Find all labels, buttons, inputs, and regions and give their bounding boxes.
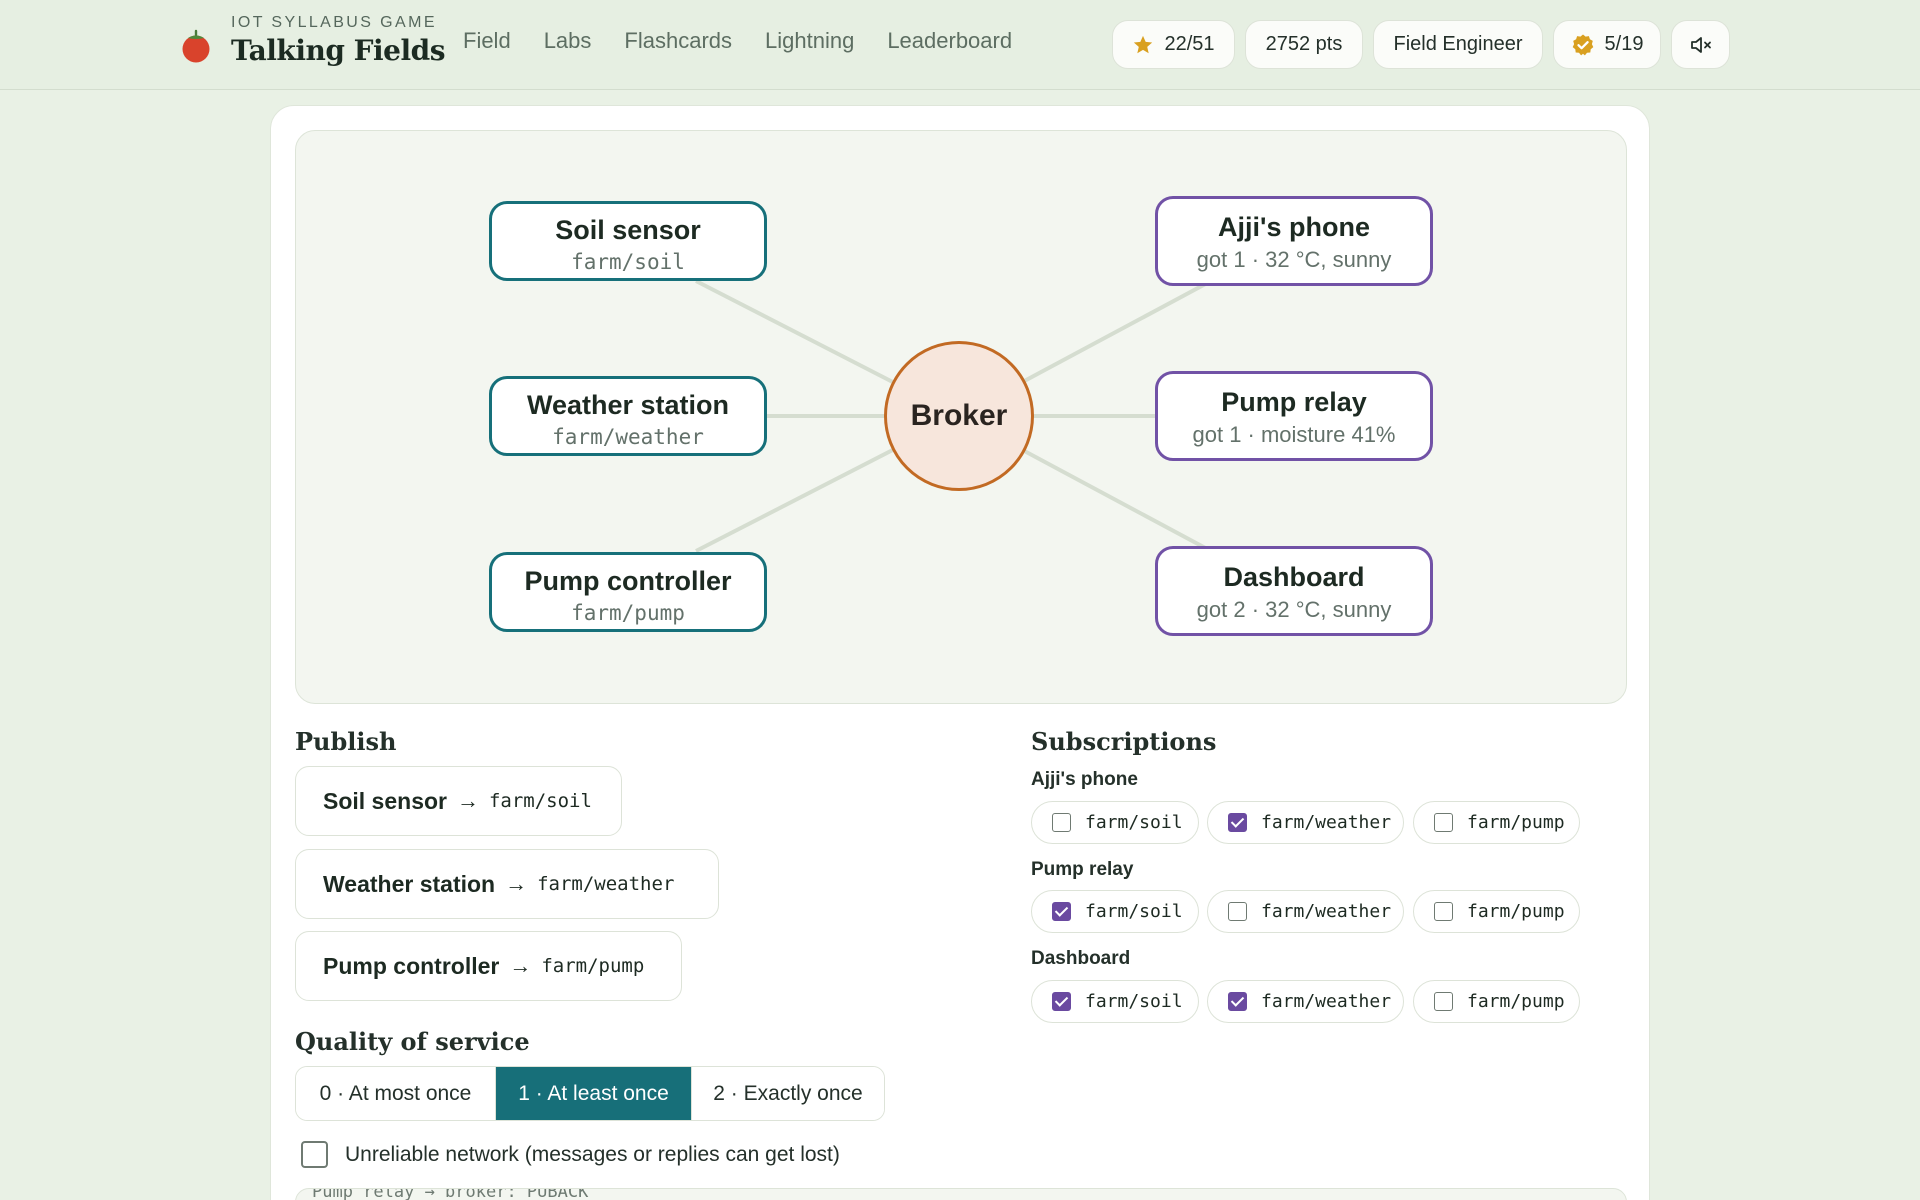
arrow-right-icon: → [509,953,532,978]
node-name: Pump controller [524,566,732,596]
checkbox[interactable] [1434,992,1453,1011]
sub-dashboard-farm-weather[interactable]: farm/weather [1207,980,1404,1023]
publish-heading: Publish [295,727,397,756]
badges-pill[interactable]: 5/19 [1553,20,1661,69]
checkbox-checked[interactable] [1052,992,1071,1011]
rank-value: Field Engineer [1393,33,1523,55]
node-name: Pump relay [1221,387,1367,417]
node-name: Ajji's phone [1218,212,1370,242]
checkbox[interactable] [1434,902,1453,921]
sub-relay-farm-pump[interactable]: farm/pump [1413,890,1580,933]
subscriptions-heading: Subscriptions [1031,727,1217,756]
points-pill[interactable]: 2752 pts [1245,20,1363,69]
message-log: Pump relay → broker: PUBACK [295,1188,1627,1200]
publisher-name: Pump controller [323,952,500,979]
checkbox-checked[interactable] [1228,813,1247,832]
badges-count: 5/19 [1604,33,1644,55]
nav-lightning[interactable]: Lightning [765,28,854,54]
publisher-name: Soil sensor [323,787,447,814]
subscriber-label-ajji: Ajji's phone [1031,769,1138,790]
checkbox-checked[interactable] [1052,902,1071,921]
node-status: got 1 · moisture 41% [1192,422,1396,447]
node-topic: farm/soil [571,250,685,274]
checkbox-checked[interactable] [1228,992,1247,1011]
checkbox[interactable] [1052,813,1071,832]
chip-topic: farm/pump [1467,991,1565,1012]
chip-topic: farm/pump [1467,901,1565,922]
unreliable-network-checkbox[interactable] [301,1141,328,1168]
subscriber-label-pump-relay: Pump relay [1031,859,1134,880]
points-value: 2752 pts [1265,33,1343,55]
top-bar: IOT SYLLABUS GAME Talking Fields Field L… [0,0,1920,90]
sub-ajji-farm-pump[interactable]: farm/pump [1413,801,1580,844]
qos-selector: 0 · At most once 1 · At least once 2 · E… [295,1066,885,1121]
main-card: Soil sensor farm/soil Weather station fa… [270,105,1650,1200]
qos-option-1[interactable]: 1 · At least once [496,1067,692,1120]
main-nav: Field Labs Flashcards Lightning Leaderbo… [463,28,1045,54]
publisher-soil-sensor[interactable]: Soil sensor farm/soil [489,201,767,281]
mqtt-diagram: Soil sensor farm/soil Weather station fa… [295,130,1627,704]
badge-check-icon [1572,34,1593,55]
publisher-name: Weather station [323,870,496,897]
rank-pill[interactable]: Field Engineer [1373,20,1543,69]
checkbox[interactable] [1228,902,1247,921]
qos-option-0[interactable]: 0 · At most once [296,1067,496,1120]
node-topic: farm/weather [552,425,704,449]
node-status: got 1 · 32 °C, sunny [1196,247,1392,272]
broker-node[interactable]: Broker [884,341,1034,491]
node-name: Dashboard [1223,562,1365,592]
chip-topic: farm/soil [1085,991,1183,1012]
stars-count: 22/51 [1164,33,1215,55]
publish-weather-button[interactable]: Weather station → farm/weather [295,849,719,919]
node-name: Weather station [526,390,730,420]
checkbox[interactable] [1434,813,1453,832]
subscriber-ajjis-phone[interactable]: Ajji's phone got 1 · 32 °C, sunny [1155,196,1433,286]
arrow-right-icon: → [456,788,479,813]
publish-topic: farm/soil [488,790,592,812]
node-name: Soil sensor [555,215,701,245]
qos-option-2[interactable]: 2 · Exactly once [692,1067,884,1120]
chip-topic: farm/weather [1261,991,1392,1012]
arrow-right-icon: → [505,871,528,896]
brand-kicker: IOT SYLLABUS GAME [231,14,437,31]
sub-dashboard-farm-soil[interactable]: farm/soil [1031,980,1199,1023]
brand-title: Talking Fields [231,34,445,67]
publish-topic: farm/pump [541,955,645,977]
chip-topic: farm/weather [1261,812,1392,833]
sub-dashboard-farm-pump[interactable]: farm/pump [1413,980,1580,1023]
nav-labs[interactable]: Labs [544,28,592,54]
nav-field[interactable]: Field [463,28,511,54]
chip-topic: farm/soil [1085,901,1183,922]
nav-flashcards[interactable]: Flashcards [624,28,732,54]
log-line: Pump relay → broker: PUBACK [312,1188,589,1200]
mute-button[interactable] [1671,20,1730,69]
sub-ajji-farm-weather[interactable]: farm/weather [1207,801,1404,844]
subscriber-pump-relay[interactable]: Pump relay got 1 · moisture 41% [1155,371,1433,461]
nav-leaderboard[interactable]: Leaderboard [887,28,1012,54]
publisher-weather-station[interactable]: Weather station farm/weather [489,376,767,456]
node-topic: farm/pump [571,601,685,625]
publish-topic: farm/weather [537,873,675,895]
stars-pill[interactable]: 22/51 [1112,20,1235,69]
subscriber-label-dashboard: Dashboard [1031,948,1131,969]
star-icon [1134,35,1153,53]
unreliable-network-toggle[interactable]: Unreliable network (messages or replies … [301,1141,840,1168]
node-status: got 2 · 32 °C, sunny [1196,597,1392,622]
publish-soil-button[interactable]: Soil sensor → farm/soil [295,766,622,836]
sub-relay-farm-soil[interactable]: farm/soil [1031,890,1199,933]
tomato-icon [182,29,210,63]
publisher-pump-controller[interactable]: Pump controller farm/pump [489,552,767,632]
chip-topic: farm/soil [1085,812,1183,833]
publish-pump-button[interactable]: Pump controller → farm/pump [295,931,682,1001]
sub-ajji-farm-soil[interactable]: farm/soil [1031,801,1199,844]
sub-relay-farm-weather[interactable]: farm/weather [1207,890,1404,933]
subscriber-dashboard[interactable]: Dashboard got 2 · 32 °C, sunny [1155,546,1433,636]
unreliable-network-label: Unreliable network (messages or replies … [345,1142,840,1166]
chip-topic: farm/weather [1261,901,1392,922]
chip-topic: farm/pump [1467,812,1565,833]
qos-heading: Quality of service [295,1027,530,1056]
speaker-muted-icon [1690,36,1711,53]
